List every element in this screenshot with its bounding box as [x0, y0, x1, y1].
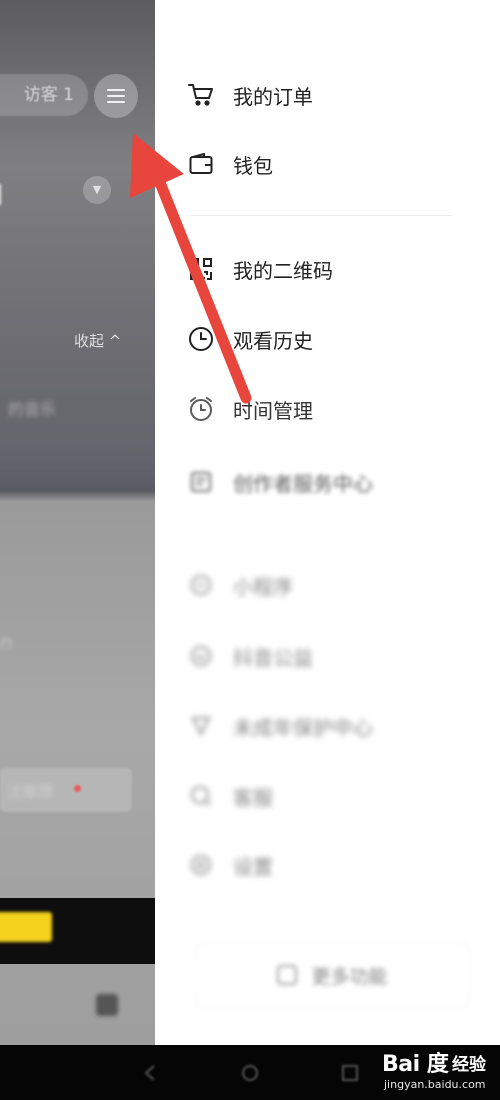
side-drawer: 我的订单 钱包 我的二维码 观看历史 时间管理 创作者服务中心 小程序 抖音公益…	[155, 0, 500, 1045]
drawer-item-label: 我的订单	[233, 84, 313, 109]
recents-icon[interactable]	[340, 1063, 360, 1083]
drawer-item-label: 抖音公益	[233, 645, 313, 670]
drawer-item-minor-protection[interactable]: 未成年保护中心	[187, 706, 373, 746]
home-icon[interactable]	[240, 1063, 260, 1083]
cart-icon	[187, 81, 215, 109]
profile-name-blurred: ı	[0, 170, 5, 214]
collapse-button[interactable]: 收起 ^	[74, 330, 121, 351]
shield-icon	[187, 712, 215, 740]
watermark-url: jingyan.baidu.com	[384, 1078, 486, 1091]
drawer-item-label: 时间管理	[233, 398, 313, 423]
drawer-item-history[interactable]: 观看历史	[187, 319, 313, 359]
document-icon	[187, 468, 215, 496]
drawer-item-mini-programs[interactable]: 小程序	[187, 565, 293, 605]
promo-tag	[0, 912, 52, 942]
drawer-item-orders[interactable]: 我的订单	[187, 75, 313, 115]
drawer-item-label: 小程序	[233, 574, 293, 599]
grid-icon	[277, 965, 298, 985]
headset-icon	[187, 782, 215, 810]
more-features-label: 更多功能	[311, 965, 388, 988]
drawer-item-settings[interactable]: 设置	[187, 845, 273, 885]
drawer-item-customer-service[interactable]: 客服	[187, 776, 273, 816]
clock-icon	[187, 325, 215, 353]
drawer-item-label: 设置	[233, 854, 273, 879]
hamburger-icon	[107, 89, 125, 104]
back-icon[interactable]	[140, 1063, 160, 1083]
drawer-item-wallet[interactable]: 钱包	[187, 144, 273, 184]
drawer-item-label: 我的二维码	[233, 258, 333, 283]
drawer-item-label: 观看历史	[233, 328, 313, 353]
charity-icon	[187, 642, 215, 670]
visitor-count-pill[interactable]: 访客 1	[0, 74, 88, 116]
watermark-brand: Bai 度	[382, 1052, 449, 1077]
drawer-item-creator-center[interactable]: 创作者服务中心	[187, 462, 373, 502]
blurred-card: 注推荐	[0, 768, 132, 812]
divider	[190, 215, 452, 216]
gear-icon	[187, 851, 215, 879]
wallet-icon	[187, 150, 215, 178]
promo-bar[interactable]	[0, 898, 155, 964]
drawer-item-label: 客服	[233, 785, 273, 810]
notification-dot	[74, 785, 81, 792]
drawer-item-time-management[interactable]: 时间管理	[187, 389, 313, 429]
baidu-jingyan-watermark: Bai 度 经验 jingyan.baidu.com	[380, 1046, 498, 1098]
drawer-item-qrcode[interactable]: 我的二维码	[187, 249, 333, 289]
drawer-item-charity[interactable]: 抖音公益	[187, 636, 313, 676]
watermark-suffix: 经验	[452, 1055, 486, 1075]
more-features-button[interactable]: 更多功能	[195, 942, 470, 1008]
drawer-item-label: 未成年保护中心	[233, 715, 373, 740]
drawer-item-label: 创作者服务中心	[233, 471, 373, 496]
blurred-text: 的音乐	[8, 400, 57, 419]
miniapp-icon	[187, 571, 215, 599]
blurred-text: 注推荐	[6, 782, 55, 801]
alarm-icon	[187, 395, 215, 423]
blurred-text: n	[0, 630, 13, 654]
menu-button[interactable]	[94, 74, 138, 118]
background-profile-page: 访客 1 ı ▼ 收起 ^ 的音乐 n 注推荐	[0, 0, 155, 1045]
drawer-item-label: 钱包	[233, 153, 273, 178]
qrcode-icon	[187, 255, 215, 283]
blurred-icon	[96, 994, 118, 1016]
chevron-down-icon[interactable]: ▼	[83, 176, 111, 204]
